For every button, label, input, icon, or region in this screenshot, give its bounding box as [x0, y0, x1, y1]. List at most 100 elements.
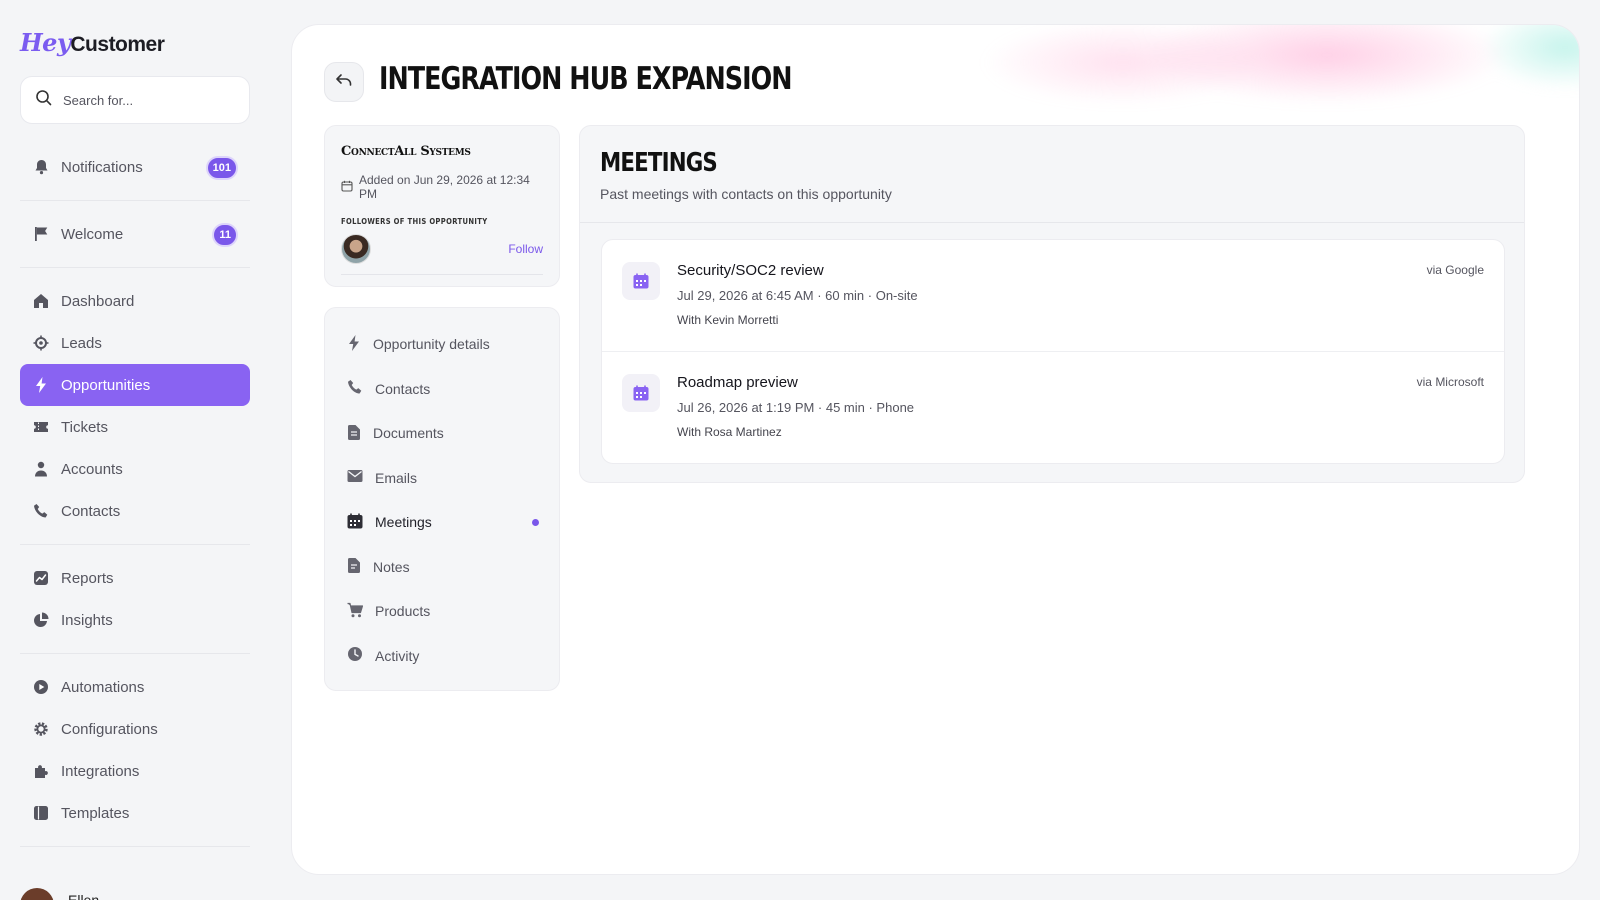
calendar-icon	[622, 374, 660, 412]
card-divider	[341, 274, 543, 275]
avatar[interactable]	[341, 234, 371, 264]
sidebar-item-opportunities[interactable]: Opportunities	[20, 364, 250, 406]
sidebar-item-configurations[interactable]: Configurations	[20, 708, 250, 750]
sidebar-item-accounts[interactable]: Accounts	[20, 448, 250, 490]
notifications-badge: 101	[205, 156, 238, 180]
company-card: ConnectAll Systems Added on Jun 29, 2026…	[324, 125, 560, 287]
phone-icon	[347, 379, 363, 398]
meetings-title: MEETINGS	[600, 148, 718, 178]
sidebar-item-label: Notifications	[61, 158, 143, 176]
sidebar-item-label: Automations	[61, 678, 145, 696]
meeting-title: Security/SOC2 review	[677, 262, 824, 279]
template-icon	[33, 805, 49, 821]
bolt-icon	[33, 377, 49, 393]
sidebar-item-welcome[interactable]: Welcome 11	[20, 213, 250, 255]
meeting-source: via Google	[1426, 263, 1484, 277]
company-name: ConnectAll Systems	[341, 144, 471, 159]
target-icon	[33, 335, 49, 351]
mail-icon	[347, 469, 363, 486]
meetings-panel: MEETINGS Past meetings with contacts on …	[579, 125, 1525, 483]
sidebar-item-leads[interactable]: Leads	[20, 322, 250, 364]
clock-icon	[347, 646, 363, 665]
list-item[interactable]: Roadmap preview Jul 26, 2026 at 1:19 PM …	[602, 352, 1504, 463]
sidebar-divider	[20, 653, 250, 654]
sidebar-item-insights[interactable]: Insights	[20, 599, 250, 641]
play-icon	[33, 679, 49, 695]
calendar-icon	[347, 513, 363, 532]
opportunity-subnav: Opportunity details Contacts Documents E…	[324, 307, 560, 691]
gear-icon	[33, 721, 49, 737]
bell-icon	[33, 159, 49, 175]
sidebar-item-integrations[interactable]: Integrations	[20, 750, 250, 792]
active-indicator-dot	[532, 519, 539, 526]
sidebar-item-label: Accounts	[61, 460, 123, 478]
sidebar-item-contacts[interactable]: Contacts	[20, 490, 250, 532]
tab-emails[interactable]: Emails	[341, 456, 543, 501]
tab-documents[interactable]: Documents	[341, 411, 543, 456]
document-icon	[347, 424, 361, 443]
tab-meetings[interactable]: Meetings	[341, 500, 543, 545]
sidebar-item-notifications[interactable]: Notifications 101	[20, 146, 250, 188]
sidebar-item-label: Dashboard	[61, 292, 135, 310]
welcome-badge: 11	[212, 223, 238, 247]
user-name: Ellen	[68, 892, 100, 900]
sidebar-item-automations[interactable]: Automations	[20, 666, 250, 708]
sidebar-item-label: Configurations	[61, 720, 158, 738]
puzzle-icon	[33, 763, 49, 779]
sidebar-item-label: Welcome	[61, 225, 124, 243]
sidebar-item-dashboard[interactable]: Dashboard	[20, 280, 250, 322]
app-logo[interactable]: Hey Customer	[20, 28, 250, 62]
person-icon	[33, 461, 49, 477]
sidebar-item-label: Leads	[61, 334, 102, 352]
sidebar-item-label: Integrations	[61, 762, 140, 780]
tab-products[interactable]: Products	[341, 589, 543, 634]
avatar	[20, 888, 54, 900]
sidebar-item-label: Contacts	[61, 502, 121, 520]
undo-arrow-icon	[335, 72, 353, 93]
subnav-label: Contacts	[375, 380, 431, 397]
sidebar-divider	[20, 544, 250, 545]
bolt-icon	[347, 334, 361, 354]
sidebar-item-label: Insights	[61, 611, 113, 629]
search-icon	[35, 89, 53, 112]
meetings-divider	[580, 222, 1524, 223]
subnav-label: Products	[375, 603, 431, 620]
phone-icon	[33, 503, 49, 519]
sidebar-item-label: Opportunities	[61, 376, 151, 394]
sidebar-divider	[20, 200, 250, 201]
pie-icon	[33, 612, 49, 628]
user-profile[interactable]: Ellen	[20, 888, 99, 900]
meeting-title: Roadmap preview	[677, 374, 798, 391]
meetings-list: Security/SOC2 review Jul 29, 2026 at 6:4…	[601, 239, 1505, 464]
calendar-icon	[622, 262, 660, 300]
sidebar-item-label: Templates	[61, 804, 130, 822]
tab-contacts[interactable]: Contacts	[341, 367, 543, 412]
subnav-label: Opportunity details	[373, 336, 490, 353]
meeting-meta: Jul 26, 2026 at 1:19 PM · 45 min · Phone	[677, 400, 915, 415]
tab-opportunity-details[interactable]: Opportunity details	[341, 322, 543, 367]
list-item[interactable]: Security/SOC2 review Jul 29, 2026 at 6:4…	[602, 240, 1504, 352]
back-button[interactable]	[324, 62, 364, 102]
subnav-label: Emails	[375, 469, 418, 486]
page-title: INTEGRATION HUB EXPANSION	[379, 61, 792, 97]
added-date: Added on Jun 29, 2026 at 12:34 PM	[341, 173, 543, 201]
sidebar-item-templates[interactable]: Templates	[20, 792, 250, 834]
logo-hey: Hey	[20, 28, 71, 57]
added-date-text: Added on Jun 29, 2026 at 12:34 PM	[359, 173, 530, 201]
sidebar-item-tickets[interactable]: Tickets	[20, 406, 250, 448]
subnav-label: Documents	[373, 425, 444, 442]
main-panel: INTEGRATION HUB EXPANSION ConnectAll Sys…	[291, 24, 1580, 875]
calendar-icon	[341, 180, 353, 195]
logo-customer: Customer	[70, 33, 165, 56]
chart-icon	[33, 570, 49, 586]
sidebar-divider	[20, 846, 250, 847]
tab-notes[interactable]: Notes	[341, 545, 543, 590]
sidebar-item-label: Tickets	[61, 418, 108, 436]
followers-label: Followers of this opportunity	[341, 217, 488, 226]
tab-activity[interactable]: Activity	[341, 634, 543, 679]
subnav-label: Activity	[375, 647, 420, 664]
ticket-icon	[33, 419, 49, 435]
follow-button[interactable]: Follow	[508, 242, 543, 256]
sidebar-item-reports[interactable]: Reports	[20, 557, 250, 599]
search-input[interactable]	[63, 92, 233, 108]
